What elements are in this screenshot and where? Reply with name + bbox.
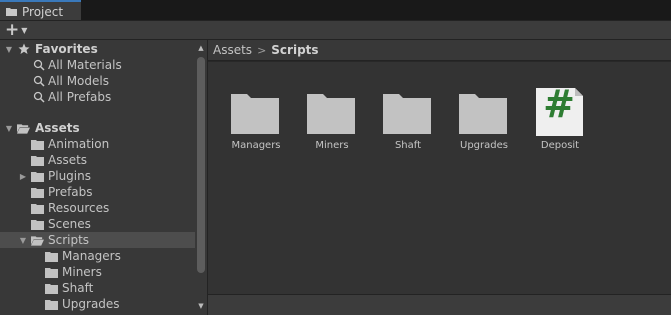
tree-item-favorites[interactable]: ▼ Favorites <box>0 41 195 57</box>
search-icon <box>32 59 45 71</box>
tree-item-animation[interactable]: Animation <box>0 136 195 152</box>
breadcrumb: Assets > Scripts <box>208 40 671 61</box>
asset-item-upgrades[interactable]: Upgrades <box>448 64 518 151</box>
tree-label: Upgrades <box>62 297 120 311</box>
scroll-up-arrow-icon[interactable]: ▲ <box>197 44 205 52</box>
breadcrumb-separator: > <box>257 43 267 57</box>
open-folder-icon <box>31 235 44 246</box>
tree-item-managers[interactable]: Managers <box>0 248 195 264</box>
tree-item-assets-root[interactable]: ▼ Assets <box>0 120 195 136</box>
tree-label: Managers <box>62 249 121 263</box>
tree-label: Miners <box>62 265 102 279</box>
asset-item-miners[interactable]: Miners <box>296 64 366 151</box>
asset-name: Deposit <box>540 140 580 151</box>
folder-icon <box>459 94 507 134</box>
folder-icon <box>45 299 58 310</box>
folder-icon <box>45 267 58 278</box>
tree-item-upgrades[interactable]: Upgrades <box>0 296 195 312</box>
tree-item-miners[interactable]: Miners <box>0 264 195 280</box>
open-folder-icon <box>17 123 30 134</box>
asset-name: Upgrades <box>460 140 508 151</box>
tab-bar: Project <box>0 0 671 21</box>
tree-label: Animation <box>48 137 110 151</box>
tree-label: Plugins <box>48 169 91 183</box>
star-icon <box>17 43 30 55</box>
asset-grid: Managers Miners Shaft Upgrades # Deposit <box>208 62 671 294</box>
tree-item-all-prefabs[interactable]: All Prefabs <box>0 89 195 105</box>
status-bar <box>208 294 671 315</box>
tree-label: Assets <box>48 153 88 167</box>
tree-label: Resources <box>48 201 110 215</box>
folder-icon <box>31 203 44 214</box>
tree-item-resources[interactable]: Resources <box>0 200 195 216</box>
expanded-arrow-icon[interactable]: ▼ <box>18 235 28 245</box>
scrollbar-thumb[interactable] <box>197 57 205 273</box>
tree-label: Prefabs <box>48 185 93 199</box>
folder-icon <box>6 8 17 16</box>
search-icon <box>32 75 45 87</box>
tree-item-assets[interactable]: Assets <box>0 152 195 168</box>
asset-name: Shaft <box>394 140 422 151</box>
search-icon <box>32 91 45 103</box>
tree-label: Favorites <box>35 42 98 56</box>
folder-icon <box>31 139 44 150</box>
asset-item-managers[interactable]: Managers <box>220 64 290 151</box>
tree-label: All Materials <box>48 58 122 72</box>
expanded-arrow-icon[interactable]: ▼ <box>4 44 14 54</box>
tree-label: Scenes <box>48 217 91 231</box>
folder-icon <box>45 251 58 262</box>
expanded-arrow-icon[interactable]: ▼ <box>4 123 14 133</box>
project-tree: ▼ Favorites All Materials All Models All… <box>0 40 195 315</box>
folder-icon <box>231 94 279 134</box>
folder-icon <box>31 187 44 198</box>
dropdown-caret-icon: ▼ <box>21 26 28 35</box>
tree-label: All Prefabs <box>48 90 112 104</box>
tree-label: Assets <box>35 121 80 135</box>
tree-item-all-materials[interactable]: All Materials <box>0 57 195 73</box>
tree-item-shaft[interactable]: Shaft <box>0 280 195 296</box>
asset-item-shaft[interactable]: Shaft <box>372 64 442 151</box>
folder-icon <box>383 94 431 134</box>
folder-icon <box>31 155 44 166</box>
plus-icon: + <box>5 20 20 40</box>
tree-item-plugins[interactable]: ▶ Plugins <box>0 168 195 184</box>
folder-icon <box>307 94 355 134</box>
folder-icon <box>31 171 44 182</box>
script-hash-glyph: # <box>543 82 575 126</box>
scroll-down-arrow-icon[interactable]: ▼ <box>197 302 205 310</box>
tree-item-scripts[interactable]: ▼ Scripts <box>0 232 195 248</box>
collapsed-arrow-icon[interactable]: ▶ <box>18 171 28 181</box>
breadcrumb-assets-link[interactable]: Assets <box>213 43 252 57</box>
asset-name: Miners <box>315 140 349 151</box>
tree-item-scenes[interactable]: Scenes <box>0 216 195 232</box>
toolbar: + ▼ <box>0 21 671 40</box>
asset-item-deposit[interactable]: # Deposit <box>524 64 594 151</box>
tab-project[interactable]: Project <box>0 0 81 21</box>
breadcrumb-current[interactable]: Scripts <box>271 43 318 57</box>
tree-label: All Models <box>48 74 109 88</box>
folder-icon <box>45 283 58 294</box>
tree-item-all-models[interactable]: All Models <box>0 73 195 89</box>
asset-name: Managers <box>231 140 281 151</box>
tab-label: Project <box>22 4 64 19</box>
tree-label: Shaft <box>62 281 94 295</box>
tree-label: Scripts <box>48 233 90 247</box>
create-button[interactable]: + ▼ <box>5 22 33 39</box>
folder-icon <box>31 219 44 230</box>
tree-item-prefabs[interactable]: Prefabs <box>0 184 195 200</box>
